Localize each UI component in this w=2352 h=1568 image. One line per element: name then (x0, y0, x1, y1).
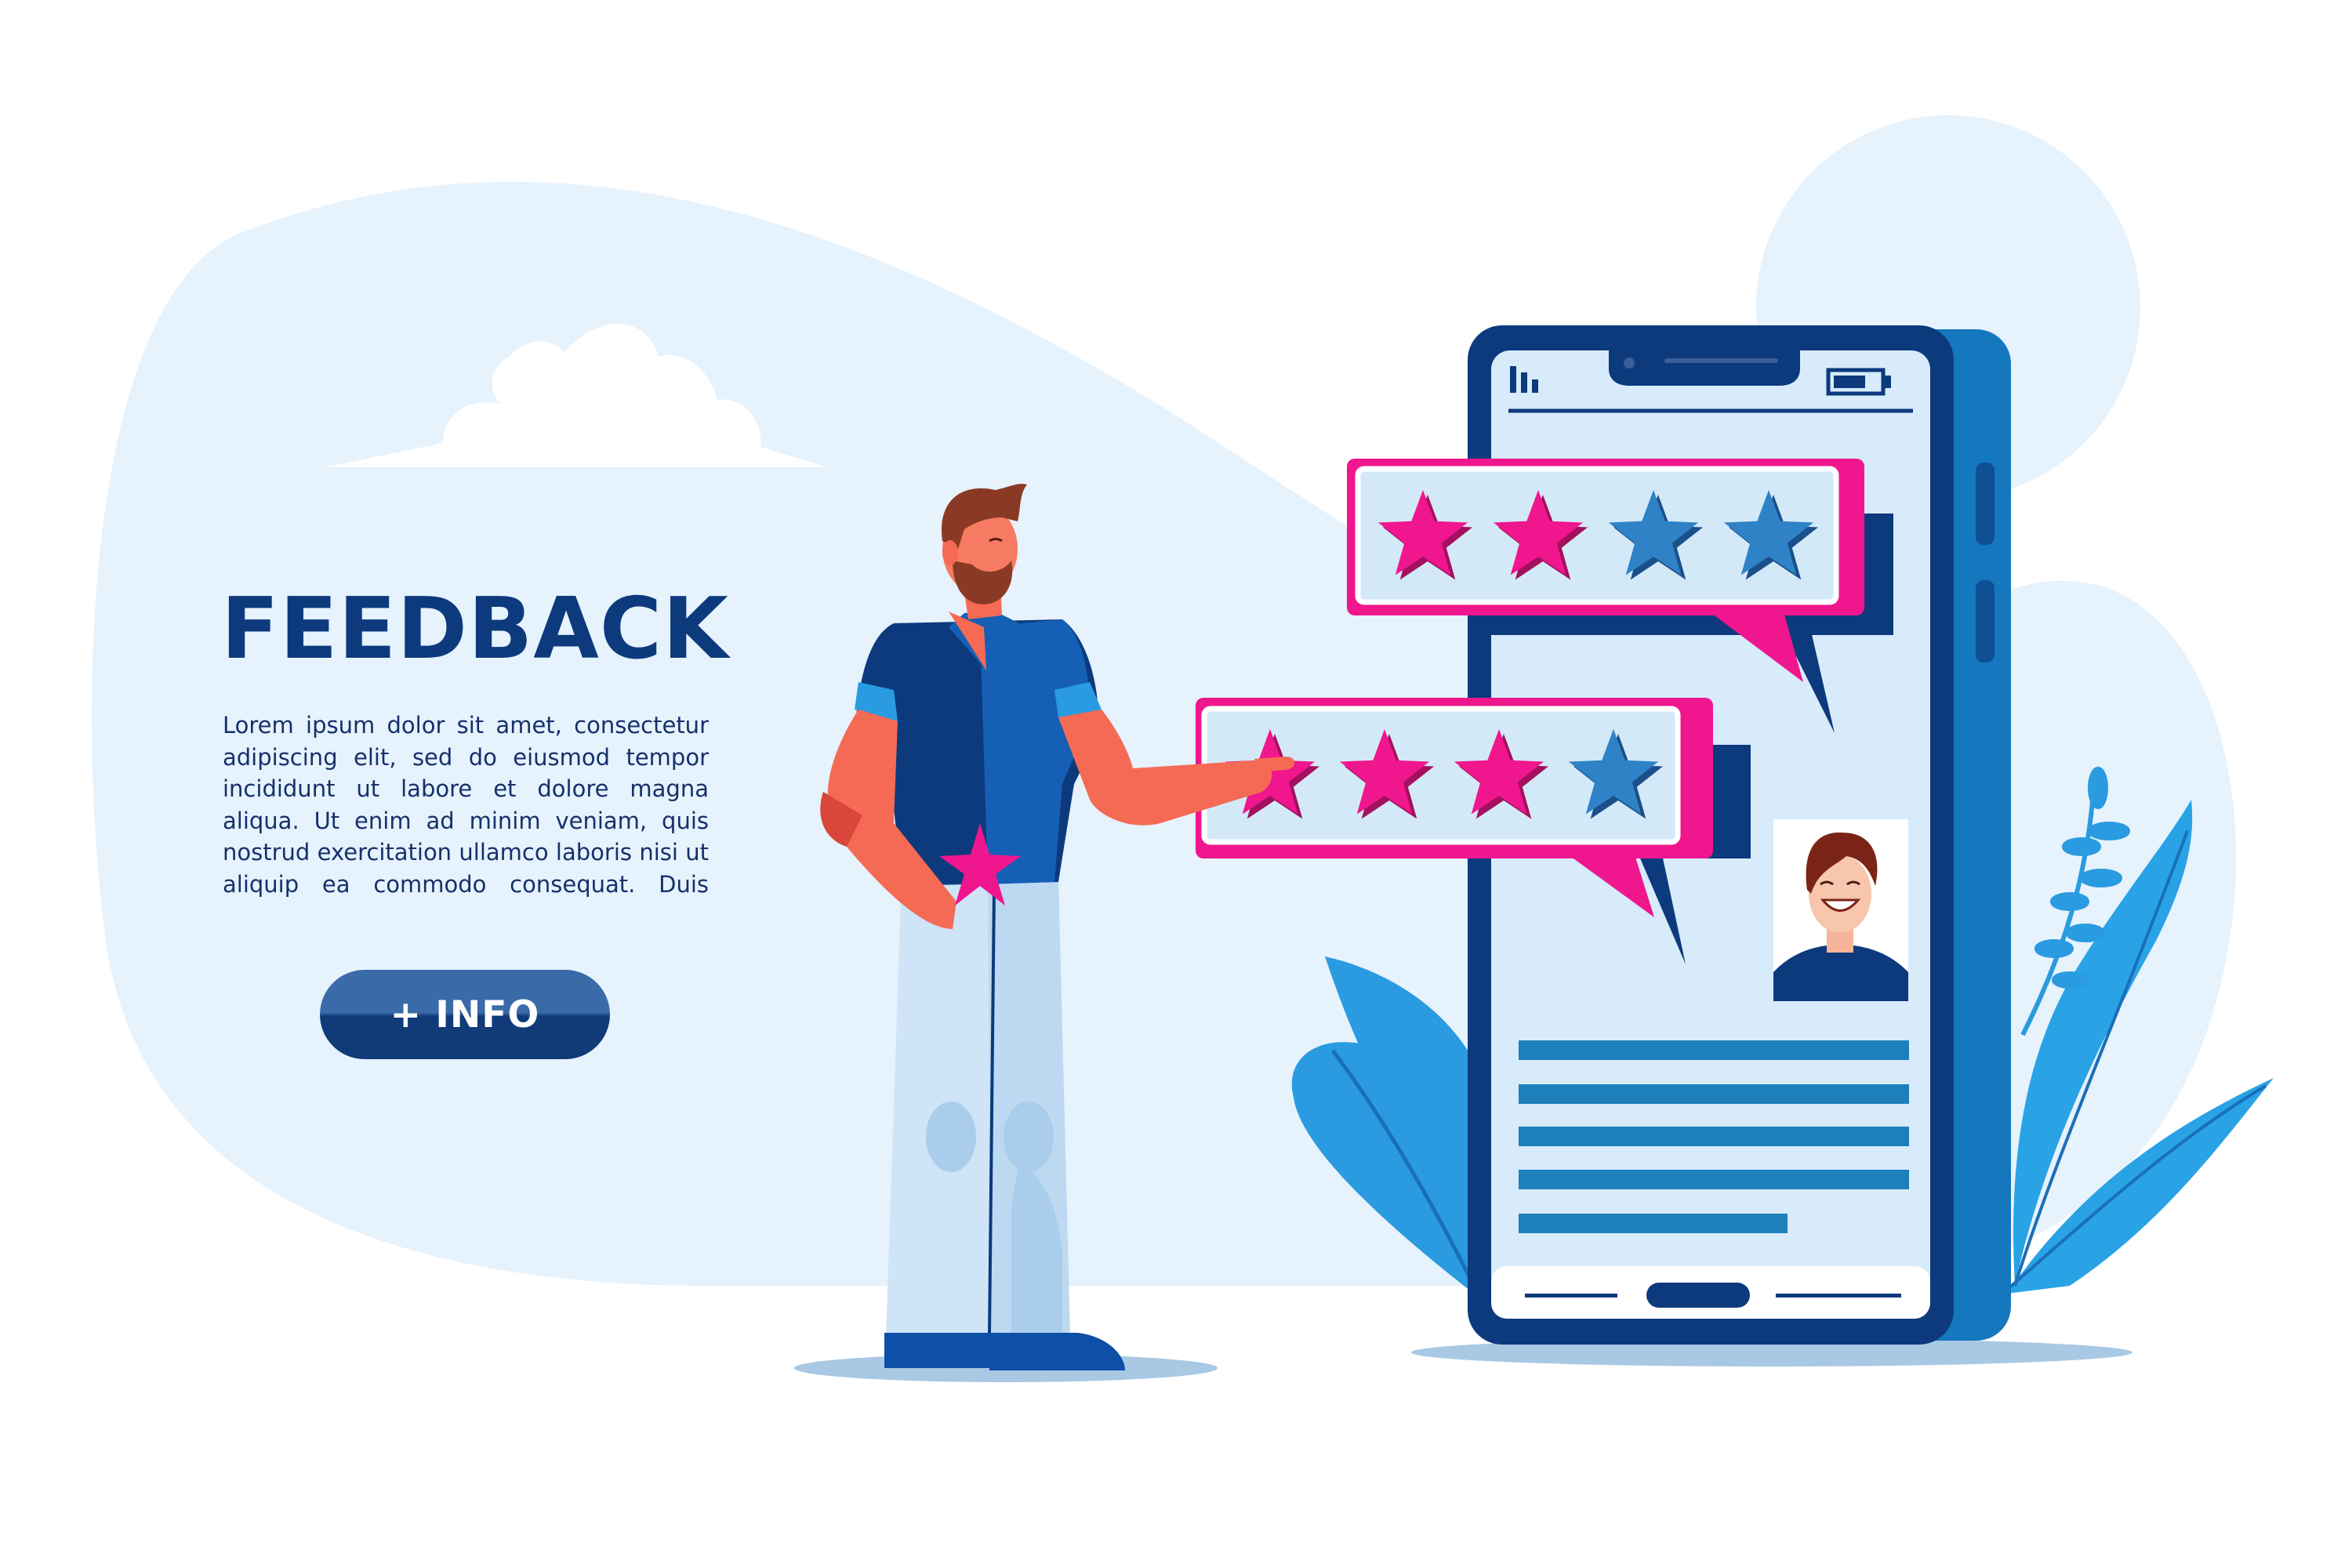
description-text: Lorem ipsum dolor sit amet, consectetur … (223, 712, 709, 898)
user-avatar-icon (1773, 819, 1908, 1001)
feedback-banner: FEEDBACK Lorem ipsum dolor sit amet, con… (0, 0, 2352, 1568)
page-title: FEEDBACK (221, 580, 729, 678)
info-button[interactable]: + INFO (320, 970, 610, 1059)
